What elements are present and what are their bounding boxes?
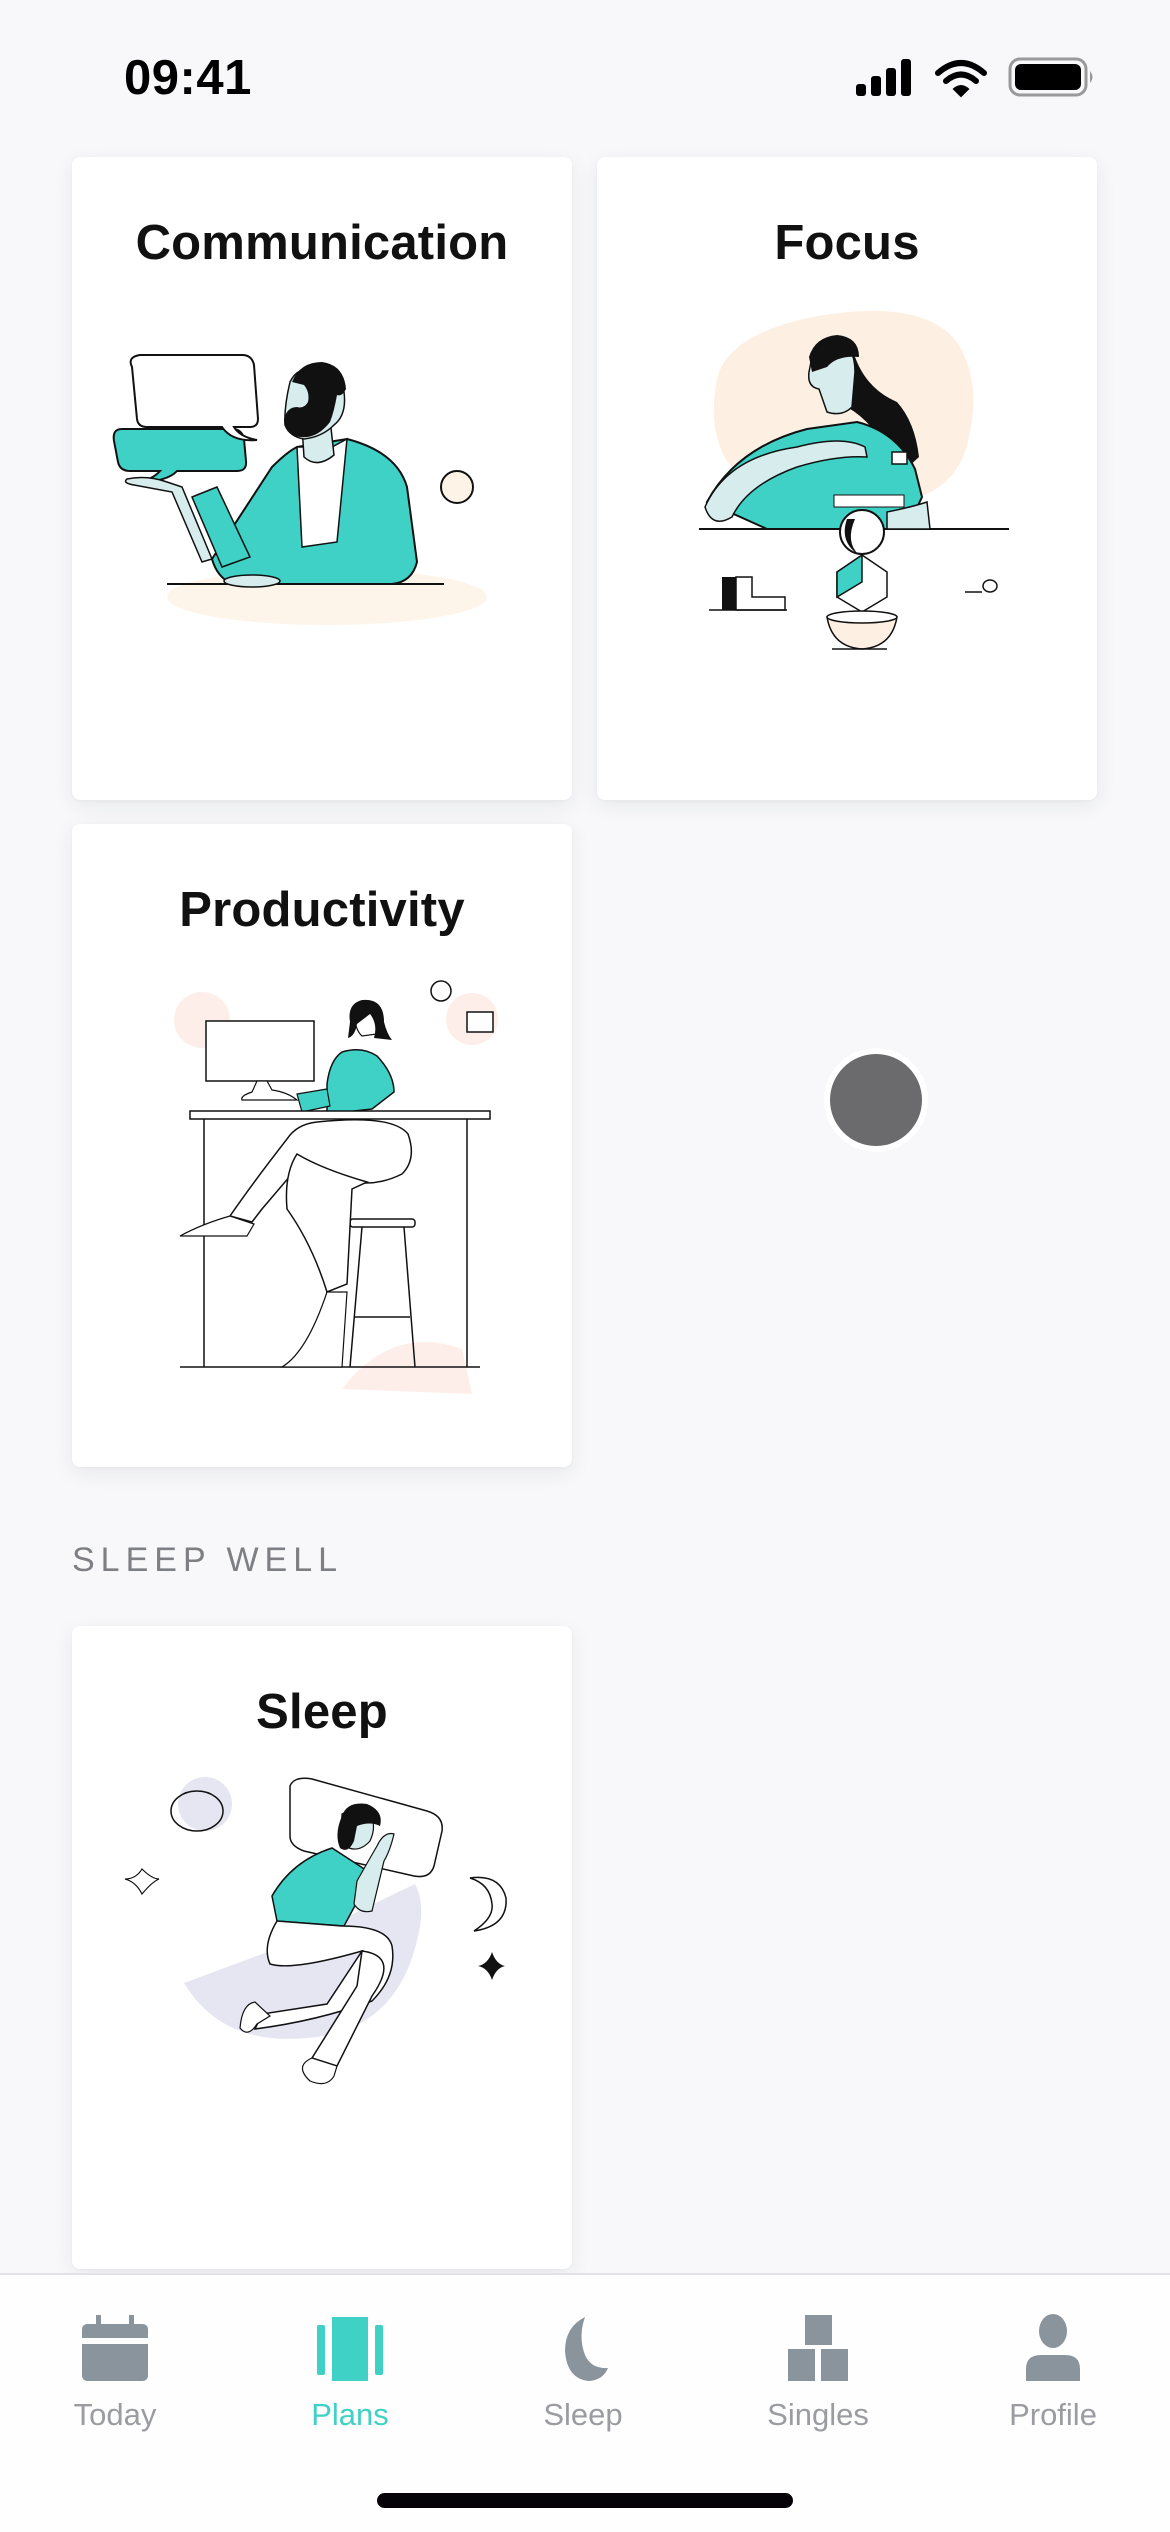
plan-card-sleep[interactable]: Sleep: [72, 1626, 572, 2269]
status-time: 09:41: [124, 51, 252, 105]
tab-sleep[interactable]: Sleep: [488, 2313, 678, 2443]
cellular-signal-icon: [856, 59, 911, 96]
person-icon: [1026, 2314, 1080, 2381]
card-title: Communication: [135, 216, 509, 270]
status-icons: [856, 57, 1093, 98]
plans-cards-icon: [317, 2317, 383, 2381]
tab-label: Today: [73, 2397, 157, 2432]
tab-label: Profile: [1009, 2397, 1097, 2432]
status-bar: 09:41: [0, 0, 1170, 150]
card-title: Productivity: [179, 883, 465, 937]
card-title: Sleep: [256, 1685, 388, 1739]
tab-label: Singles: [767, 2397, 869, 2432]
blocks-icon: [788, 2315, 848, 2381]
touch-indicator: [830, 1054, 922, 1146]
plan-card-focus[interactable]: Focus: [597, 157, 1097, 800]
tab-singles[interactable]: Singles: [723, 2313, 913, 2443]
tab-plans[interactable]: Plans: [255, 2313, 445, 2443]
section-label-sleep-well: SLEEP WELL: [72, 1541, 344, 1579]
plan-card-communication[interactable]: Communication: [72, 157, 572, 800]
calendar-icon: [82, 2315, 148, 2381]
tab-profile[interactable]: Profile: [958, 2313, 1148, 2443]
moon-icon: [565, 2317, 608, 2381]
tab-today[interactable]: Today: [20, 2313, 210, 2443]
home-indicator[interactable]: [377, 2493, 793, 2508]
plan-card-productivity[interactable]: Productivity: [72, 824, 572, 1467]
tab-label: Sleep: [543, 2397, 623, 2432]
card-title: Focus: [774, 216, 920, 270]
tab-label: Plans: [311, 2397, 389, 2432]
battery-icon: [1008, 57, 1093, 97]
wifi-icon: [935, 60, 987, 98]
